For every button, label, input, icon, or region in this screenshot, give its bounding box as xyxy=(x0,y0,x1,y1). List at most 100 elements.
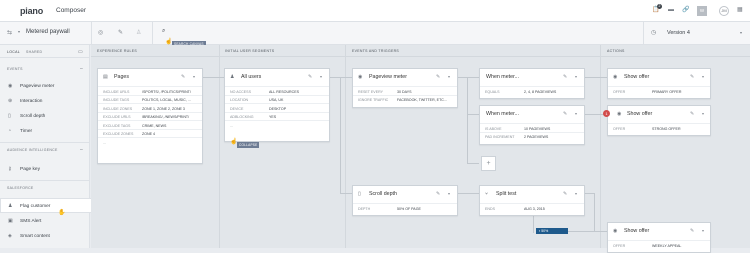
card-row: ... xyxy=(98,137,202,146)
app-logo[interactable]: piano xyxy=(20,6,43,16)
sidebar-item-smart-content[interactable]: Smart content xyxy=(20,234,50,239)
row-label: NO ACCESS xyxy=(230,89,251,94)
chevron-down-icon[interactable]: ▾ xyxy=(702,74,704,79)
scroll-depth-card[interactable]: ▯ Scroll depth ✎ ▾ DEPTH 50% OF PAGE xyxy=(352,185,458,216)
collapse-icon[interactable]: – xyxy=(80,147,83,153)
split-progress-label[interactable]: ▪ 50% xyxy=(536,228,568,234)
row-value: /BREAKING/, /NEWS/PRINT/ xyxy=(142,115,190,119)
pages-card[interactable]: ▤ Pages ✎ ▾ INCLUDE URLS/SPORTS/, /POLIT… xyxy=(97,68,203,164)
add-trigger-button[interactable]: + xyxy=(481,156,496,171)
sidebar-divider xyxy=(0,142,90,143)
edit-icon[interactable]: ✎ xyxy=(436,74,440,80)
row-value: ZONE 4 xyxy=(142,132,155,136)
cursor-icon: ☝ xyxy=(165,39,173,45)
eye-icon: ◉ xyxy=(617,111,622,117)
connector xyxy=(584,77,607,78)
edit-icon[interactable]: ✎ xyxy=(308,74,312,80)
connector xyxy=(467,114,479,115)
chevron-down-icon[interactable]: ▾ xyxy=(320,74,322,79)
edit-icon[interactable]: ✎ xyxy=(436,191,440,197)
split-test-card[interactable]: ⑂ Split test ✎ ▾ ENDS AUG 3, 2015 xyxy=(479,185,585,216)
chevron-down-icon[interactable]: ▾ xyxy=(448,191,450,196)
sidebar-item-scroll-depth[interactable]: Scroll depth xyxy=(20,114,45,119)
toolbar-divider xyxy=(643,22,644,45)
edit-icon[interactable]: ✎ xyxy=(563,191,567,197)
history-icon[interactable]: ◷ xyxy=(651,29,656,36)
page-name[interactable]: Metered paywall xyxy=(26,29,70,35)
row-label: INCLUDE URLS xyxy=(103,89,130,94)
chevron-down-icon[interactable]: ▾ xyxy=(702,228,704,233)
all-users-card[interactable]: ♟ All users ✎ ▾ NO ACCESS ALL RESOURCES L… xyxy=(224,68,330,142)
show-offer-card[interactable]: ◉ Show offer ✎ ▾ OFFER PRIMARY OFFER xyxy=(607,68,711,99)
chevron-down-icon[interactable]: ▾ xyxy=(575,191,577,196)
when-meter-card[interactable]: When meter... ✎ ▾ EQUALS 2, 4, 8 PAGEVIEW… xyxy=(479,68,585,99)
card-row: INCLUDE ZONES ZONE 1, ZONE 2, ZONE 3 xyxy=(98,103,202,112)
collapse-icon[interactable]: – xyxy=(80,66,83,72)
sidebar-item-timer[interactable]: Timer xyxy=(20,129,32,134)
sidebar-divider xyxy=(0,180,90,181)
chevron-down-icon[interactable]: ▾ xyxy=(18,29,20,34)
row-label: EXCLUDE URLS xyxy=(103,115,131,119)
sidebar-item-interaction[interactable]: Interaction xyxy=(20,99,42,104)
link-icon[interactable]: 🔗 xyxy=(682,6,689,13)
more-indicator[interactable]: ... xyxy=(230,124,233,128)
card-title: When meter... xyxy=(486,111,519,117)
chevron-down-icon[interactable]: ▾ xyxy=(575,111,577,116)
workspace-button[interactable]: W xyxy=(697,6,707,16)
edit-icon[interactable]: ✎ xyxy=(563,74,567,80)
version-chevron-icon[interactable]: ▾ xyxy=(740,30,742,35)
folder-icon[interactable]: ▬ xyxy=(668,7,674,13)
connector xyxy=(467,163,479,164)
column-header-events: EVENTS AND TRIGGERS xyxy=(352,49,400,53)
row-value: ALL RESOURCES xyxy=(269,89,300,94)
show-offer-card[interactable]: ◉ Show offer ✎ ▾ OFFER STRONG OFFER xyxy=(607,105,711,136)
card-row: INCLUDE TAGS POLITICS, LOCAL, MUSIC, ... xyxy=(98,94,202,104)
row-label: EXCLUDE TAGS xyxy=(103,123,131,128)
connector xyxy=(584,193,594,194)
sidebar-item-flag-customer[interactable]: Flag customer xyxy=(20,204,50,209)
edit-icon[interactable]: ✎ xyxy=(563,111,567,117)
card-row: EXCLUDE TAGS CRIME, NEWS xyxy=(98,120,202,129)
library-icon[interactable]: ▭ xyxy=(78,49,83,55)
card-row: NO ACCESS ALL RESOURCES xyxy=(225,86,329,95)
search-icon[interactable]: ⌕ xyxy=(162,28,165,35)
collapse-tooltip: COLLAPSE xyxy=(237,142,260,148)
chevron-down-icon[interactable]: ▾ xyxy=(702,111,704,116)
row-label: ENDS xyxy=(485,206,495,211)
chevron-down-icon[interactable]: ▾ xyxy=(193,74,195,79)
edit-icon[interactable]: ✎ xyxy=(181,74,185,80)
row-label: IS ABOVE xyxy=(485,126,502,131)
row-value: FACEBOOK, TWITTER, ETC... xyxy=(397,98,447,102)
row-value: 2, 4, 8 PAGEVIEWS xyxy=(524,89,557,94)
sidebar-item-sms-alert[interactable]: SMS Alert xyxy=(20,219,41,224)
row-label: LOCATION xyxy=(230,98,249,102)
user-icon[interactable]: ♙ xyxy=(136,29,141,36)
flow-icon[interactable]: ⇆ xyxy=(7,29,12,36)
user-avatar[interactable]: JM xyxy=(719,6,729,16)
pageview-meter-card[interactable]: ◉ Pageview meter ✎ ▾ RESET EVERY 30 DAYS … xyxy=(352,68,458,108)
edit-icon[interactable]: ✎ xyxy=(690,228,694,234)
alert-badge[interactable]: 1 xyxy=(603,110,610,117)
tab-shared[interactable]: SHARED xyxy=(26,50,42,54)
card-row: RESET EVERY 30 DAYS xyxy=(353,86,457,95)
eye-icon: ◉ xyxy=(613,228,618,234)
chevron-down-icon[interactable]: ▾ xyxy=(448,74,450,79)
chevron-down-icon[interactable]: ▾ xyxy=(575,74,577,79)
connector xyxy=(533,213,534,233)
sidebar-item-page-key[interactable]: Page key xyxy=(20,167,40,172)
when-meter-card[interactable]: When meter... ✎ ▾ IS ABOVE 10 PAGEVIEWS P… xyxy=(479,105,585,145)
sidebar-item-pageview-meter[interactable]: Pageview meter xyxy=(20,84,54,89)
edit-icon[interactable]: ✎ xyxy=(690,74,694,80)
row-value: YES xyxy=(269,115,277,119)
edit-icon[interactable]: ✎ xyxy=(118,29,123,36)
edit-icon[interactable]: ✎ xyxy=(690,111,694,117)
sidebar xyxy=(0,45,90,248)
version-selector[interactable]: Version 4 xyxy=(667,30,690,36)
apps-grid-icon[interactable]: ▦ xyxy=(737,6,743,13)
settings-icon[interactable]: ◎ xyxy=(98,29,103,36)
notification-count-badge: 2 xyxy=(657,4,662,9)
card-row: ENDS AUG 3, 2015 xyxy=(480,203,584,212)
more-indicator[interactable]: ... xyxy=(103,141,106,145)
tab-local[interactable]: LOCAL xyxy=(7,50,20,54)
show-offer-card[interactable]: ◉ Show offer ✎ ▾ OFFER WEEKLY APPEAL xyxy=(607,222,711,253)
